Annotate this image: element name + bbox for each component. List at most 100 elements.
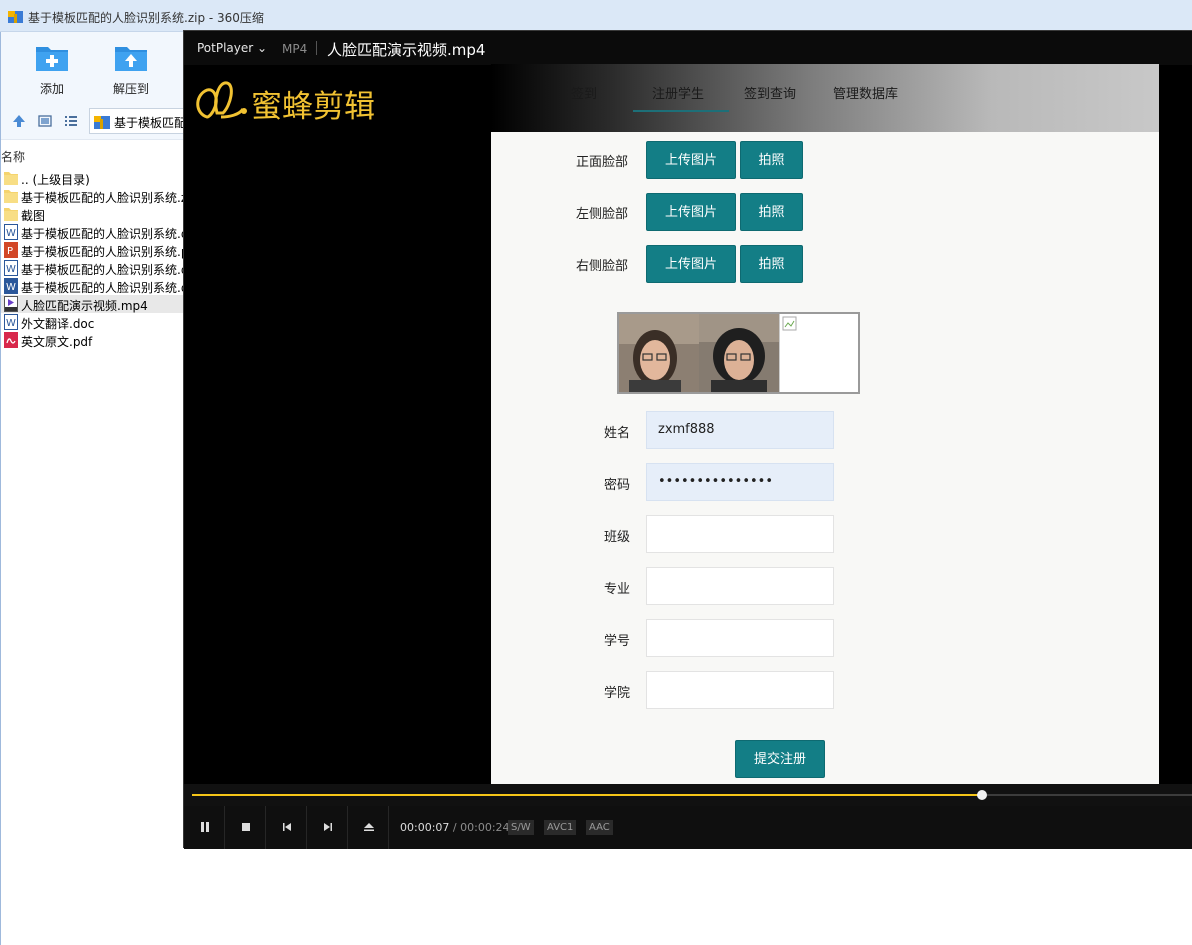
format-label: MP4: [282, 42, 308, 56]
video-file-icon: [4, 296, 18, 312]
upload-front-button[interactable]: 上传图片: [646, 141, 736, 179]
skip-previous-icon: [283, 823, 291, 831]
file-row-screenshots[interactable]: 截图: [1, 205, 184, 223]
file-row-ppt[interactable]: P 基于模板匹配的人脸识别系统.ppt: [1, 241, 184, 259]
control-bar: 00:00:07 / 00:00:24 S/W AVC1 AAC: [184, 806, 1192, 849]
file-list: 名称 .. (上级目录) 基于模板匹配的人脸识别系统.zip 截图 W 基于模板…: [1, 140, 184, 945]
video-codec-tag[interactable]: AVC1: [544, 820, 577, 835]
list-view-icon[interactable]: [64, 114, 78, 128]
address-field[interactable]: 基于模板匹配的人脸识别系统.zip: [89, 108, 189, 134]
zip-address-bar: 基于模板匹配的人脸识别系统.zip: [1, 102, 189, 140]
word-document-icon: W: [4, 224, 18, 240]
file-row-doc[interactable]: W 基于模板匹配的人脸识别系统.doc: [1, 223, 184, 241]
class-input[interactable]: [646, 515, 834, 553]
nav-tab-query[interactable]: 签到查询: [744, 83, 796, 102]
major-label: 专业: [604, 582, 631, 597]
right-face-label: 右侧脸部: [576, 259, 629, 274]
file-row-pdf[interactable]: 英文原文.pdf: [1, 331, 184, 349]
face-photo-front: [619, 314, 699, 392]
face-photo-empty: [779, 314, 859, 392]
video-frame-webpage: 签到 注册学生 签到查询 管理数据库 正面脸部 上传图片 拍照 左侧脸部 上传图…: [491, 64, 1159, 784]
address-text: 基于模板匹配的人脸识别系统.zip: [114, 116, 188, 130]
file-row-doc[interactable]: W 基于模板匹配的人脸识别系统.doc: [1, 259, 184, 277]
photo-right-button[interactable]: 拍照: [740, 245, 803, 283]
word-document-icon: W: [4, 278, 18, 294]
stop-icon: [242, 823, 250, 831]
zip-archive-icon: [94, 116, 110, 129]
eject-button[interactable]: [348, 806, 389, 849]
video-filename: 人脸匹配演示视频.mp4: [327, 41, 486, 59]
photo-front-button[interactable]: 拍照: [740, 141, 803, 179]
player-menu-button[interactable]: PotPlayer ⌄: [197, 41, 267, 55]
web-navbar: 签到 注册学生 签到查询 管理数据库: [491, 64, 1159, 132]
file-row-translation[interactable]: W 外文翻译.doc: [1, 313, 184, 331]
password-label: 密码: [604, 478, 631, 493]
name-input[interactable]: zxmf888: [646, 411, 834, 449]
broken-image-icon: [782, 316, 797, 331]
time-display: 00:00:07 / 00:00:24: [400, 821, 510, 834]
svg-text:W: W: [6, 228, 16, 239]
word-document-icon: W: [4, 314, 18, 330]
file-row-docx[interactable]: W 基于模板匹配的人脸识别系统.docx: [1, 277, 184, 295]
svg-text:W: W: [6, 318, 16, 329]
active-tab-underline: [633, 110, 729, 112]
name-label: 姓名: [604, 426, 631, 441]
add-button[interactable]: 添加: [22, 38, 82, 98]
folder-icon: [4, 208, 18, 221]
powerpoint-icon: P: [4, 242, 18, 258]
left-face-label: 左侧脸部: [576, 207, 629, 222]
thumbnail-view-icon[interactable]: [38, 114, 52, 128]
class-label: 班级: [604, 530, 631, 545]
stop-button[interactable]: [225, 806, 266, 849]
photo-left-button[interactable]: 拍照: [740, 193, 803, 231]
player-titlebar: PotPlayer ⌄ MP4 人脸匹配演示视频.mp4: [184, 31, 1192, 65]
column-header-name[interactable]: 名称: [1, 148, 25, 165]
title-separator: [316, 41, 317, 55]
college-input[interactable]: [646, 671, 834, 709]
nav-tab-register[interactable]: 注册学生: [652, 83, 704, 102]
major-input[interactable]: [646, 567, 834, 605]
word-document-icon: W: [4, 260, 18, 276]
file-row-parent[interactable]: .. (上级目录): [1, 169, 184, 187]
upload-right-button[interactable]: 上传图片: [646, 245, 736, 283]
pause-icon: [201, 822, 209, 832]
face-photos: [617, 312, 860, 394]
eject-icon: [364, 823, 374, 831]
seek-bar[interactable]: [184, 784, 1192, 806]
zip-titlebar: 基于模板匹配的人脸识别系统.zip - 360压缩: [0, 0, 1192, 32]
folder-icon: [4, 190, 18, 203]
seek-handle[interactable]: [977, 790, 987, 800]
zip-window-title: 基于模板匹配的人脸识别系统.zip - 360压缩: [28, 11, 264, 25]
previous-button[interactable]: [266, 806, 307, 849]
zip-toolbar: 添加 解压到: [1, 32, 184, 102]
bee-logo-icon: [196, 81, 247, 119]
file-row-video[interactable]: 人脸匹配演示视频.mp4: [1, 295, 184, 313]
front-face-label: 正面脸部: [576, 155, 629, 170]
face-photo-left: [699, 314, 779, 392]
chevron-down-icon: ⌄: [257, 41, 268, 55]
extract-folder-icon: [115, 47, 147, 71]
up-arrow-icon[interactable]: [12, 114, 26, 128]
upload-left-button[interactable]: 上传图片: [646, 193, 736, 231]
potplayer-window: PotPlayer ⌄ MP4 人脸匹配演示视频.mp4 蜜蜂剪辑 签到 注册学…: [183, 30, 1192, 849]
watermark-text: 蜜蜂剪辑: [251, 89, 375, 125]
svg-text:W: W: [6, 282, 16, 293]
nav-tab-database[interactable]: 管理数据库: [833, 83, 898, 102]
student-id-input[interactable]: [646, 619, 834, 657]
extract-button[interactable]: 解压到: [101, 38, 161, 98]
file-row-folder[interactable]: 基于模板匹配的人脸识别系统.zip: [1, 187, 184, 205]
nav-tab-checkin[interactable]: 签到: [571, 83, 597, 102]
desktop: 基于模板匹配的人脸识别系统.zip - 360压缩 添加 解压到 基于模板匹配 …: [0, 0, 1192, 945]
submit-registration-button[interactable]: 提交注册: [735, 740, 825, 778]
watermark-logo: 蜜蜂剪辑: [193, 73, 393, 125]
skip-next-icon: [324, 823, 332, 831]
student-id-label: 学号: [604, 634, 631, 649]
audio-codec-tag[interactable]: AAC: [586, 820, 613, 835]
password-input[interactable]: •••••••••••••••: [646, 463, 834, 501]
next-button[interactable]: [307, 806, 348, 849]
add-folder-icon: [36, 47, 68, 71]
renderer-tag[interactable]: S/W: [508, 820, 534, 835]
seek-progress: [192, 794, 982, 796]
pause-button[interactable]: [184, 806, 225, 849]
pdf-icon: [4, 332, 18, 348]
